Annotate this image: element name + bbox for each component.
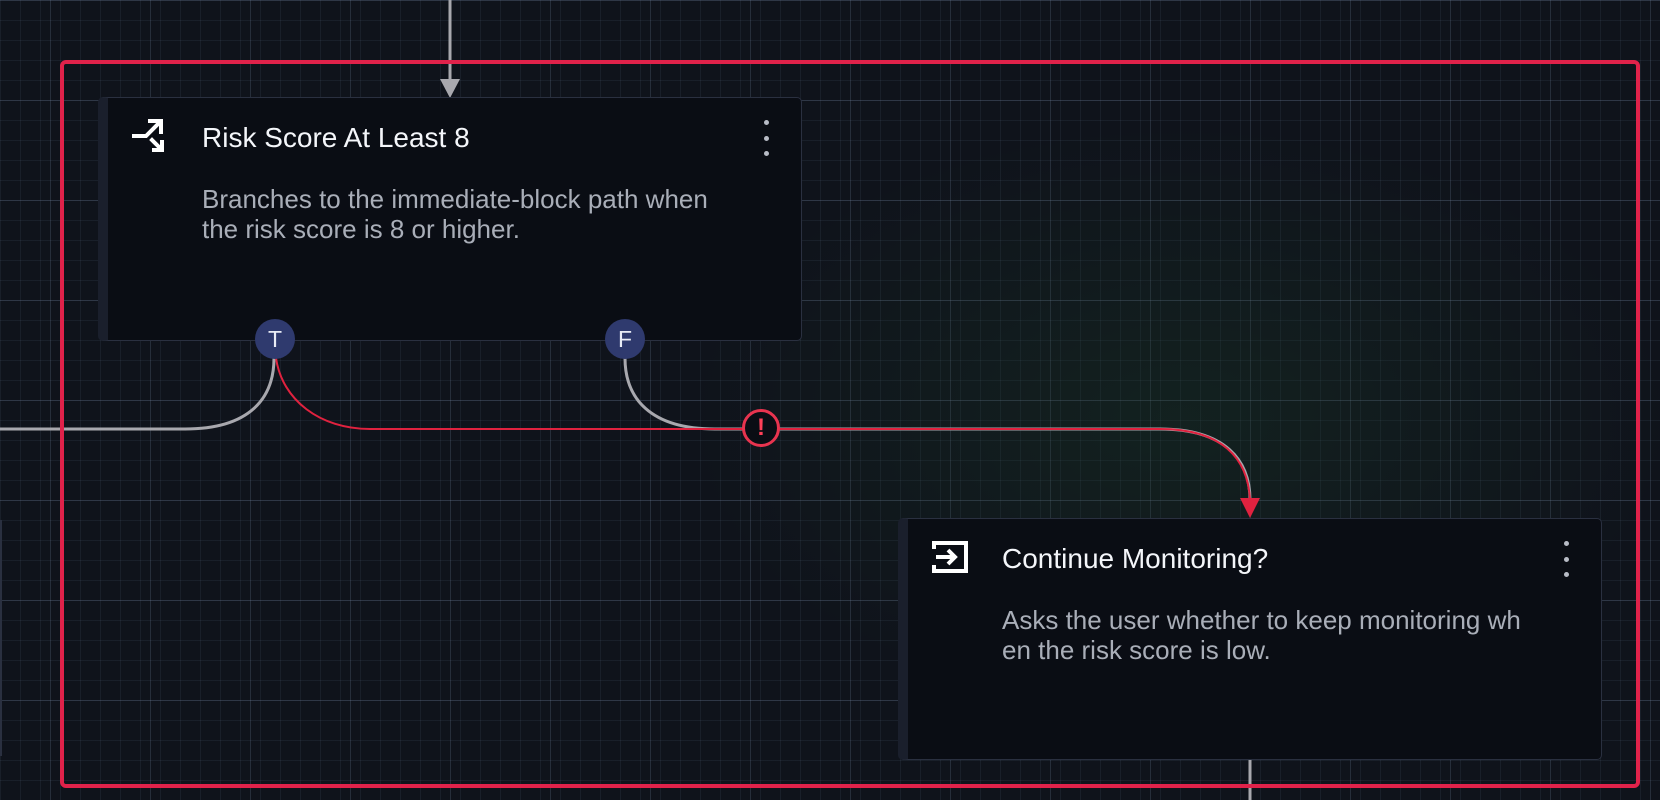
node-description: Branches to the immediate-block path whe… [202, 184, 708, 244]
node-title: Continue Monitoring? [1002, 543, 1269, 574]
menu-dot-icon [1563, 556, 1569, 562]
port-false[interactable]: F [605, 319, 645, 359]
workflow-canvas[interactable]: Risk Score At Least 8 Branches to the im… [0, 0, 1660, 800]
input-arrow-icon [930, 537, 970, 577]
port-true[interactable]: T [255, 319, 295, 359]
offscreen-node-edge [0, 520, 2, 756]
incoming-edge-arrow [440, 79, 460, 98]
node-risk-score-check[interactable]: Risk Score At Least 8 Branches to the im… [98, 97, 802, 341]
node-menu-button[interactable] [754, 116, 778, 160]
branch-split-icon [130, 116, 170, 156]
invalid-edge-arrow [1240, 498, 1260, 518]
menu-dot-icon [1563, 541, 1569, 546]
menu-dot-icon [1563, 572, 1569, 577]
menu-dot-icon [763, 120, 769, 125]
menu-dot-icon [763, 151, 769, 156]
true-branch-edge[interactable] [0, 357, 276, 431]
menu-dot-icon [763, 135, 769, 141]
node-menu-button[interactable] [1554, 537, 1578, 581]
node-continue-monitoring[interactable]: Continue Monitoring? Asks the user wheth… [898, 518, 1602, 760]
node-description: Asks the user whether to keep monitoring… [1002, 605, 1521, 665]
node-title: Risk Score At Least 8 [202, 122, 470, 153]
edge-warning-badge[interactable]: ! [742, 409, 780, 447]
